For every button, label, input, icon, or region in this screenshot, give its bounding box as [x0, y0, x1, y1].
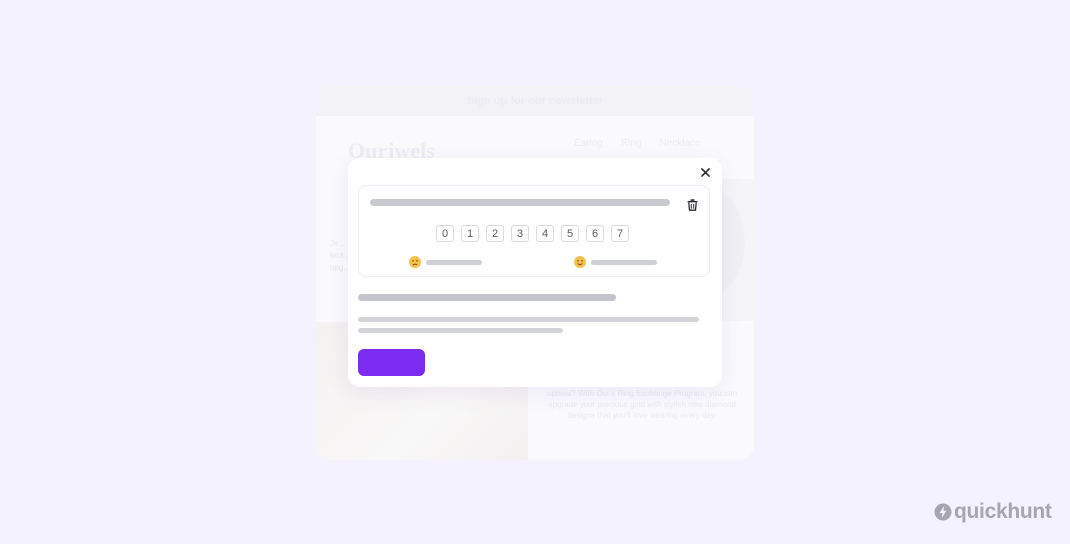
scale-option-3[interactable]: 3: [511, 225, 529, 242]
rating-scale: 0 1 2 3 4 5 6 7: [436, 225, 629, 242]
sad-face-icon: [409, 256, 421, 268]
close-icon: [700, 167, 710, 177]
scale-option-0[interactable]: 0: [436, 225, 454, 242]
scale-option-7[interactable]: 7: [611, 225, 629, 242]
description-title-placeholder: [358, 294, 616, 301]
email-nav: Earing Ring Necklace: [574, 138, 701, 149]
scale-option-6[interactable]: 6: [586, 225, 604, 242]
newsletter-banner: Sign up for our newsletter: [316, 86, 754, 116]
description-line-placeholder: [358, 317, 699, 322]
quickhunt-bolt-icon: [934, 503, 952, 521]
delete-question-button[interactable]: [685, 198, 699, 212]
email-nav-item: Ring: [620, 138, 642, 149]
scale-option-2[interactable]: 2: [486, 225, 504, 242]
brand-name: quickhunt: [954, 500, 1052, 523]
email-nav-item: Necklace: [659, 138, 701, 149]
description-line-placeholder: [358, 328, 563, 333]
happy-face-icon: [574, 256, 586, 268]
high-score-label: [574, 256, 657, 268]
quickhunt-brand: quickhunt: [934, 500, 1052, 524]
submit-button[interactable]: [358, 349, 425, 376]
close-button[interactable]: [698, 165, 712, 179]
email-nav-item: Earing: [574, 138, 603, 149]
question-title-placeholder: [370, 199, 670, 206]
high-score-label-placeholder: [591, 259, 657, 265]
low-score-label-placeholder: [426, 259, 482, 265]
scale-option-4[interactable]: 4: [536, 225, 554, 242]
trash-icon: [687, 199, 697, 211]
scale-option-1[interactable]: 1: [461, 225, 479, 242]
email-copy: upbeat? With Our's Ring Exchange Program…: [546, 389, 738, 420]
scale-option-5[interactable]: 5: [561, 225, 579, 242]
rating-question-card: 0 1 2 3 4 5 6 7: [358, 185, 710, 277]
low-score-label: [409, 256, 482, 268]
survey-modal: 0 1 2 3 4 5 6 7: [348, 158, 722, 387]
